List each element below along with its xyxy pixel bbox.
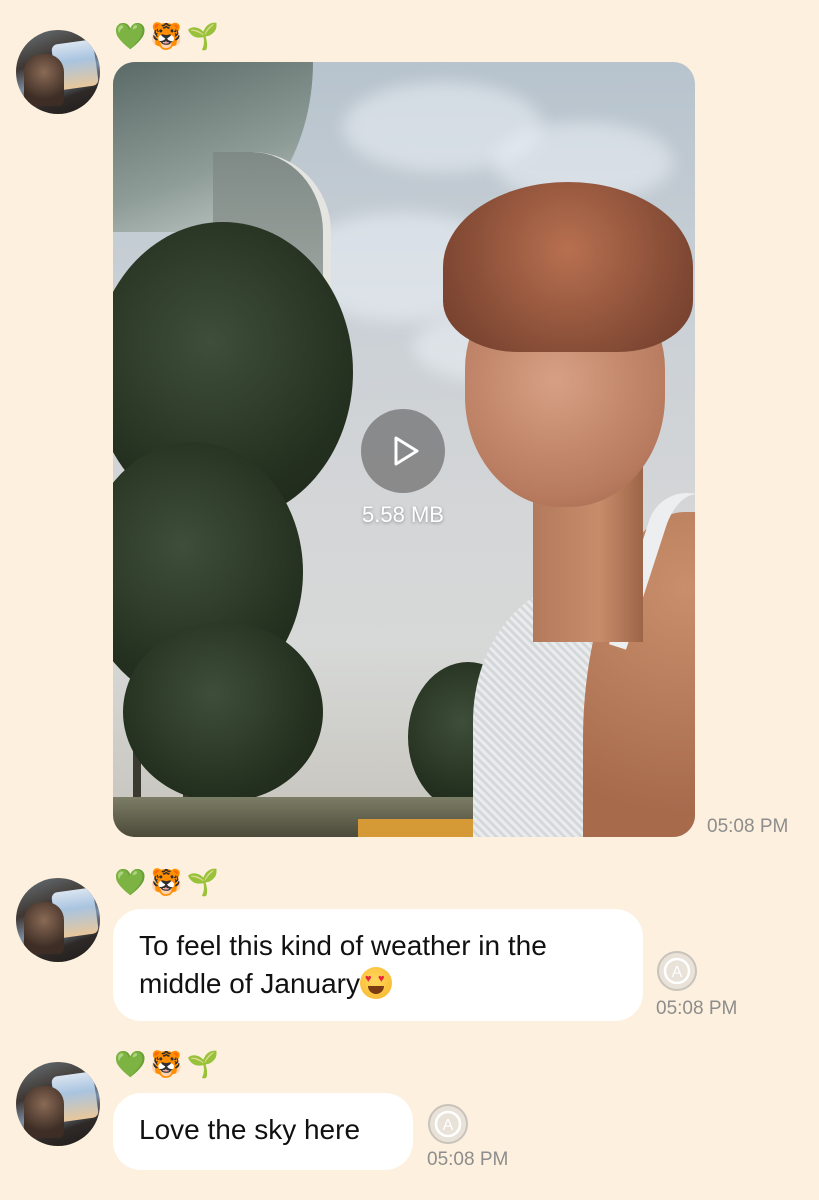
tiger-emoji: 🐯 [150, 868, 187, 898]
message-bubble[interactable]: To feel this kind of weather in the midd… [113, 909, 643, 1021]
auto-translate-icon[interactable]: A [427, 1103, 469, 1145]
play-icon [394, 436, 419, 466]
tiger-emoji: 🐯 [150, 22, 187, 52]
green-heart-emoji: 💚 [114, 1050, 151, 1080]
sender-avatar[interactable] [16, 878, 100, 962]
svg-text:A: A [672, 964, 683, 981]
message-text: To feel this kind of weather in the midd… [139, 930, 547, 999]
video-person-hair [443, 182, 693, 352]
sender-name: 💚🐯🌱 [114, 868, 223, 898]
sprout-emoji: 🌱 [186, 868, 224, 898]
heart-eyes-emoji: ♥ ♥ [360, 967, 393, 999]
auto-translate-icon[interactable]: A [656, 950, 698, 992]
avatar-photo-figure [24, 902, 64, 954]
sender-name: 💚🐯🌱 [114, 1050, 223, 1080]
green-heart-emoji: 💚 [114, 868, 151, 898]
avatar-photo-figure [24, 1086, 64, 1138]
sprout-emoji: 🌱 [186, 1050, 224, 1080]
sender-avatar[interactable] [16, 1062, 100, 1146]
video-sign [358, 819, 476, 837]
message-time: 05:08 PM [707, 816, 789, 837]
avatar-photo-figure [24, 54, 64, 106]
svg-text:A: A [443, 1117, 454, 1134]
message-time: 05:08 PM [656, 998, 738, 1019]
sender-name: 💚🐯🌱 [114, 22, 223, 52]
video-message[interactable]: 5.58 MB [113, 62, 695, 837]
play-button[interactable] [361, 409, 445, 493]
sender-avatar[interactable] [16, 30, 100, 114]
message-text: Love the sky here [139, 1114, 361, 1145]
message-time: 05:08 PM [427, 1149, 509, 1170]
tiger-emoji: 🐯 [150, 1050, 187, 1080]
green-heart-emoji: 💚 [114, 22, 151, 52]
sprout-emoji: 🌱 [186, 22, 224, 52]
video-file-size: 5.58 MB [362, 502, 444, 527]
video-palm-tree [123, 622, 323, 802]
message-bubble[interactable]: Love the sky here [113, 1093, 413, 1170]
